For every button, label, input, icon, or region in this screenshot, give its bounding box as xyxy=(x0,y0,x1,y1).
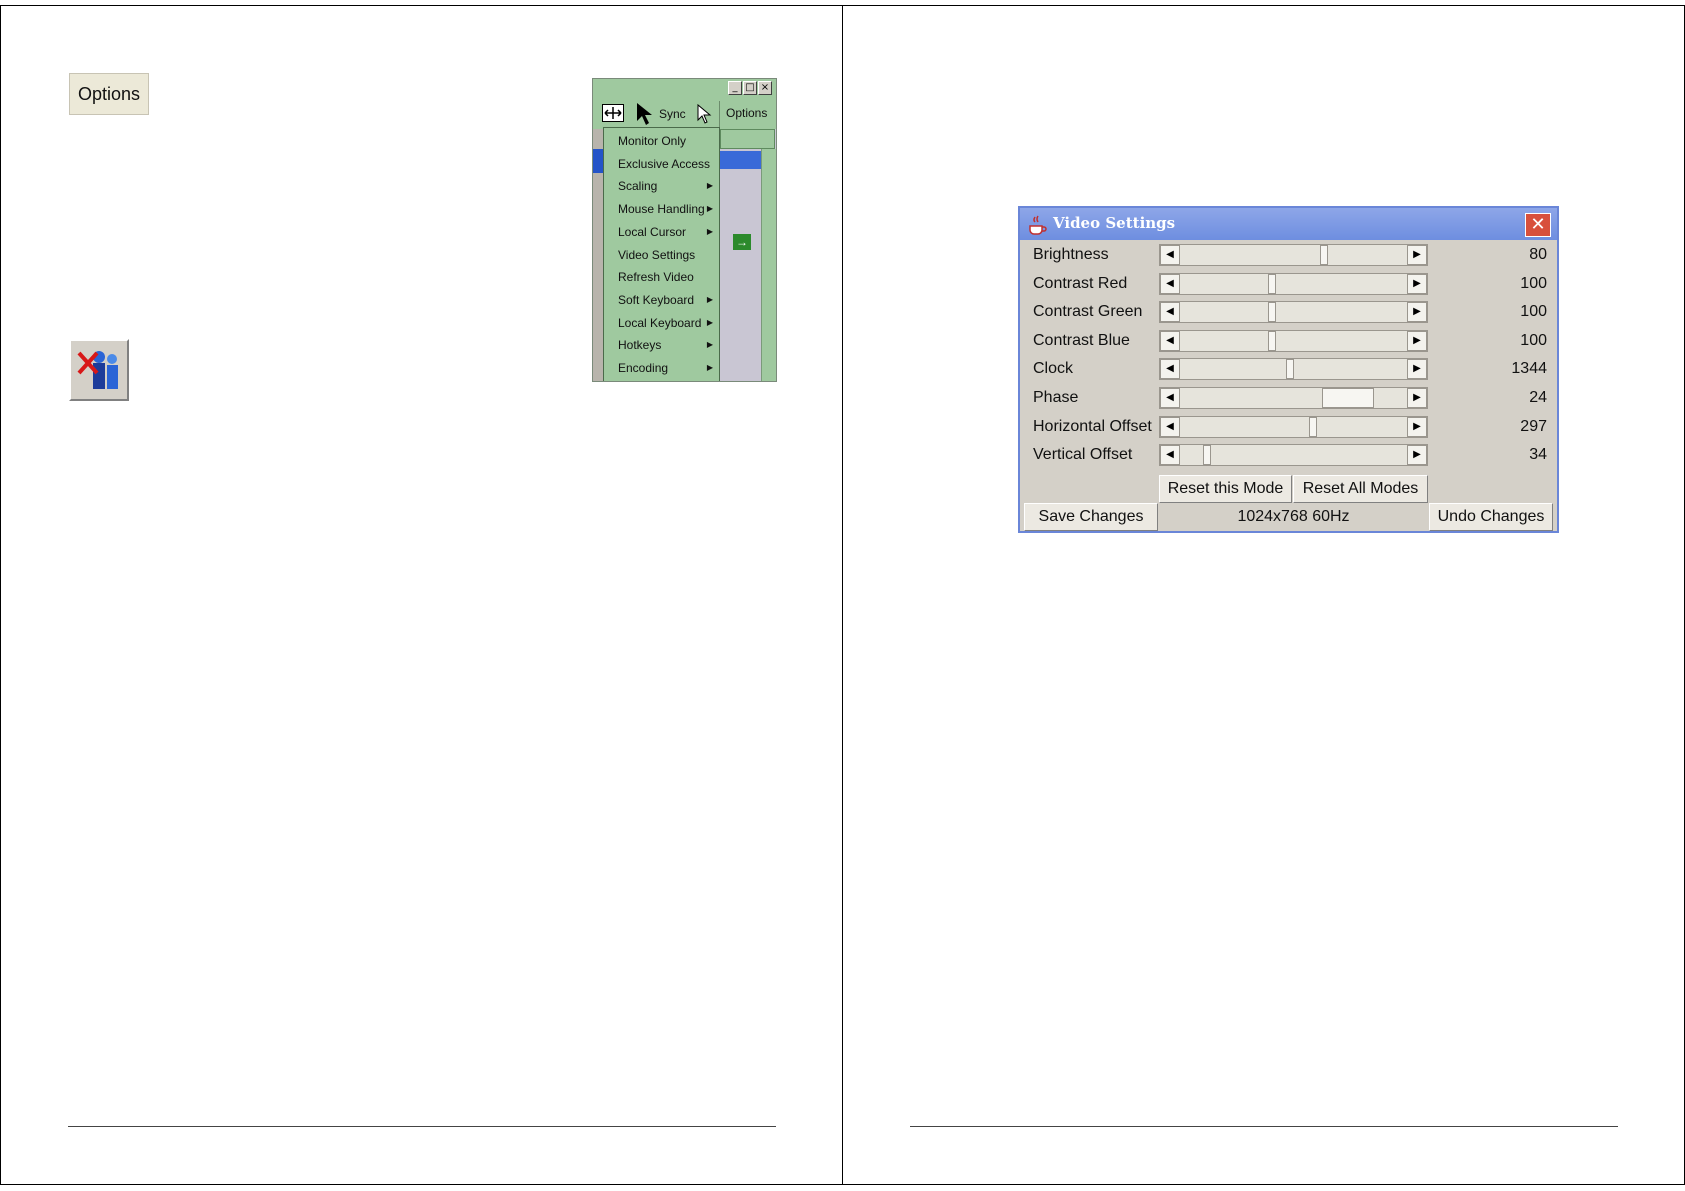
setting-slider[interactable]: ◀ ▶ xyxy=(1159,272,1428,295)
submenu-arrow-icon: ▶ xyxy=(706,294,713,304)
reset-this-mode-button[interactable]: Reset this Mode xyxy=(1159,475,1292,503)
menu-item[interactable]: Hotkeys xyxy=(618,337,661,353)
submenu-arrow-icon: ▶ xyxy=(706,317,713,327)
menu-item[interactable]: Mouse Handling xyxy=(618,201,705,217)
menu-item[interactable]: Local Keyboard xyxy=(618,315,701,331)
dialog-title: Video Settings xyxy=(1053,214,1176,232)
menu-item[interactable]: Video Settings xyxy=(618,247,695,263)
submenu-arrow-icon: ▶ xyxy=(706,226,713,236)
undo-changes-button[interactable]: Undo Changes xyxy=(1429,503,1553,531)
setting-value: 80 xyxy=(1529,246,1547,263)
setting-slider[interactable]: ◀ ▶ xyxy=(1159,387,1428,409)
scroll-left-icon[interactable]: ◀ xyxy=(1160,359,1180,380)
slider-thumb[interactable] xyxy=(1320,245,1329,265)
close-icon[interactable]: × xyxy=(758,81,772,95)
left-page: Options _ □ × Sync Options → Monitor Onl… xyxy=(0,5,843,1185)
setting-slider[interactable]: ◀ ▶ xyxy=(1159,329,1428,352)
setting-label: Contrast Blue xyxy=(1033,331,1130,349)
scroll-right-icon[interactable]: ▶ xyxy=(1407,359,1427,380)
scroll-left-icon[interactable]: ◀ xyxy=(1160,302,1180,323)
setting-value: 100 xyxy=(1520,274,1547,292)
slider-thumb[interactable] xyxy=(1267,330,1276,351)
fit-screen-icon[interactable] xyxy=(602,104,624,122)
footer-rule xyxy=(68,1126,776,1127)
setting-label: Contrast Green xyxy=(1033,303,1143,321)
submenu-arrow-icon: ▶ xyxy=(706,181,713,191)
scroll-left-icon[interactable]: ◀ xyxy=(1160,388,1180,408)
scroll-left-icon[interactable]: ◀ xyxy=(1160,273,1180,294)
setting-value: 100 xyxy=(1520,331,1547,349)
cursor-arrow-icon[interactable] xyxy=(635,101,655,127)
slider-thumb[interactable] xyxy=(1321,388,1374,408)
submenu-arrow-icon: ▶ xyxy=(706,340,713,350)
setting-slider[interactable]: ◀ ▶ xyxy=(1159,415,1428,438)
user-exit-icon[interactable] xyxy=(69,339,129,401)
setting-slider[interactable]: ◀ ▶ xyxy=(1159,358,1428,381)
slider-thumb[interactable] xyxy=(1308,416,1317,437)
scroll-left-icon[interactable]: ◀ xyxy=(1160,330,1180,351)
close-icon[interactable]: ✕ xyxy=(1525,213,1551,237)
right-page xyxy=(842,5,1685,1185)
scroll-right-icon[interactable]: ▶ xyxy=(1407,273,1427,294)
scroll-right-icon[interactable]: ▶ xyxy=(1407,302,1427,323)
setting-label: Brightness xyxy=(1033,246,1109,263)
setting-slider[interactable]: ◀ ▶ xyxy=(1159,244,1428,266)
save-changes-button[interactable]: Save Changes xyxy=(1024,503,1158,531)
menu-item[interactable]: Soft Keyboard xyxy=(618,292,694,308)
footer-rule xyxy=(910,1126,1618,1127)
setting-label: Clock xyxy=(1033,360,1074,378)
slider-thumb[interactable] xyxy=(1203,445,1212,466)
scroll-right-icon[interactable]: ▶ xyxy=(1407,416,1427,437)
scrollbar[interactable] xyxy=(761,149,776,381)
menu-item[interactable]: Exclusive Access xyxy=(618,156,710,172)
menu-item[interactable]: Local Cursor xyxy=(618,224,686,240)
minimize-icon[interactable]: _ xyxy=(728,81,742,95)
scroll-right-icon[interactable]: ▶ xyxy=(1407,388,1427,408)
setting-label: Phase xyxy=(1033,389,1079,406)
slider-thumb[interactable] xyxy=(1267,302,1276,323)
page-bottom-margin xyxy=(0,1186,1685,1191)
submenu-arrow-icon: ▶ xyxy=(706,363,713,372)
menu-item[interactable]: Refresh Video xyxy=(618,269,694,285)
setting-slider[interactable]: ◀ ▶ xyxy=(1159,444,1428,467)
java-cup-icon xyxy=(1029,215,1047,235)
setting-value: 100 xyxy=(1520,303,1547,321)
slider-thumb[interactable] xyxy=(1285,359,1294,380)
scroll-left-icon[interactable]: ◀ xyxy=(1160,445,1180,466)
cursor-outline-icon[interactable] xyxy=(696,103,714,125)
scroll-right-icon[interactable]: ▶ xyxy=(1407,445,1427,466)
options-dropdown-menu: Monitor Only Exclusive Access Scaling ▶ Mous… xyxy=(603,127,720,381)
video-settings-dialog: Video Settings ✕ Reset this Mode Reset A… xyxy=(1018,206,1559,533)
window-controls: _ □ × xyxy=(728,81,772,95)
menu-item[interactable]: Encoding xyxy=(618,360,668,376)
toolbar-options-button[interactable]: Options xyxy=(726,106,767,120)
setting-label: Horizontal Offset xyxy=(1033,417,1152,435)
resolution-readout: 1024x768 60Hz xyxy=(1237,508,1350,525)
background-green-bar xyxy=(720,129,775,149)
setting-label: Vertical Offset xyxy=(1033,446,1133,464)
setting-slider[interactable]: ◀ ▶ xyxy=(1159,301,1428,324)
reset-all-modes-button[interactable]: Reset All Modes xyxy=(1293,475,1428,503)
scroll-right-icon[interactable]: ▶ xyxy=(1407,245,1427,265)
slider-thumb[interactable] xyxy=(1267,273,1276,294)
options-menu-screenshot: _ □ × Sync Options → Monitor Only Exclusi… xyxy=(592,78,777,382)
scroll-left-icon[interactable]: ◀ xyxy=(1160,245,1180,265)
maximize-icon[interactable]: □ xyxy=(743,81,757,95)
menu-item[interactable]: Monitor Only xyxy=(618,133,686,149)
setting-value: 34 xyxy=(1529,446,1547,464)
sync-button[interactable]: Sync xyxy=(659,107,686,121)
scroll-left-icon[interactable]: ◀ xyxy=(1160,416,1180,437)
options-button[interactable]: Options xyxy=(69,73,149,115)
submenu-arrow-icon: ▶ xyxy=(706,204,713,214)
setting-value: 297 xyxy=(1520,417,1547,435)
go-arrow-icon[interactable]: → xyxy=(733,234,751,250)
setting-label: Contrast Red xyxy=(1033,274,1128,292)
setting-value: 1344 xyxy=(1511,360,1547,378)
menu-item[interactable]: Scaling xyxy=(618,178,657,194)
toolbar-separator xyxy=(719,101,720,127)
background-window-titlebar xyxy=(720,151,764,169)
scroll-right-icon[interactable]: ▶ xyxy=(1407,330,1427,351)
setting-value: 24 xyxy=(1529,389,1547,406)
